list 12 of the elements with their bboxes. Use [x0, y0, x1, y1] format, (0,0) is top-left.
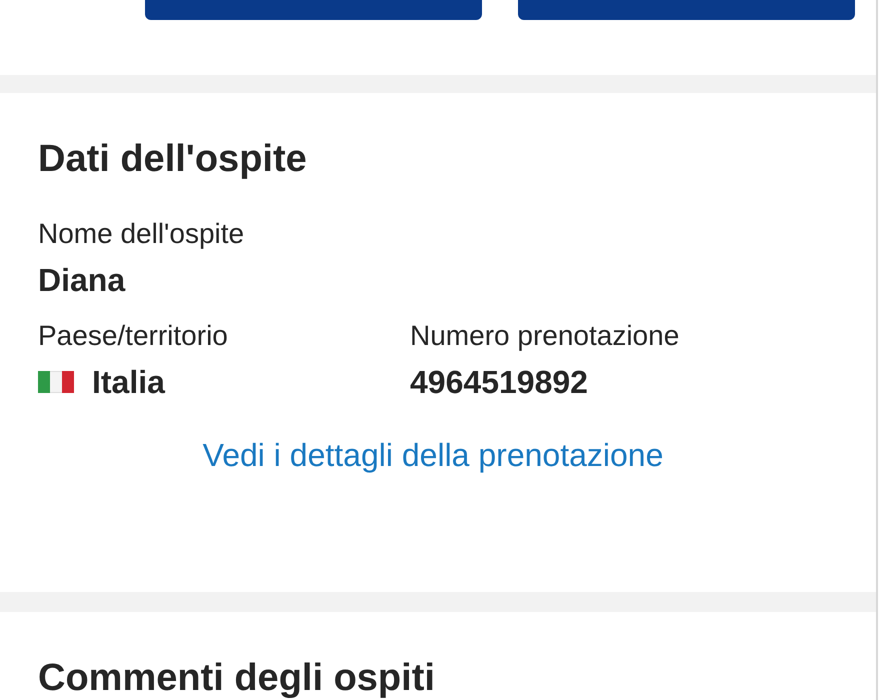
field-label: Nome dell'ospite	[38, 217, 246, 251]
field-value: 4964519892	[410, 363, 588, 401]
field-value: Italia	[92, 363, 165, 401]
booking-details-link[interactable]: Vedi i dettagli della prenotazione	[202, 435, 664, 475]
field-label: Numero prenotazione	[410, 319, 680, 353]
field-label: Paese/territorio	[38, 319, 229, 353]
field-value: Diana	[38, 261, 126, 299]
flag-icon	[38, 371, 74, 393]
button[interactable]	[145, 0, 482, 20]
button[interactable]	[518, 0, 855, 20]
section-title: Dati dell'ospite	[38, 137, 308, 181]
section-title: Commenti degli ospiti	[38, 656, 436, 700]
